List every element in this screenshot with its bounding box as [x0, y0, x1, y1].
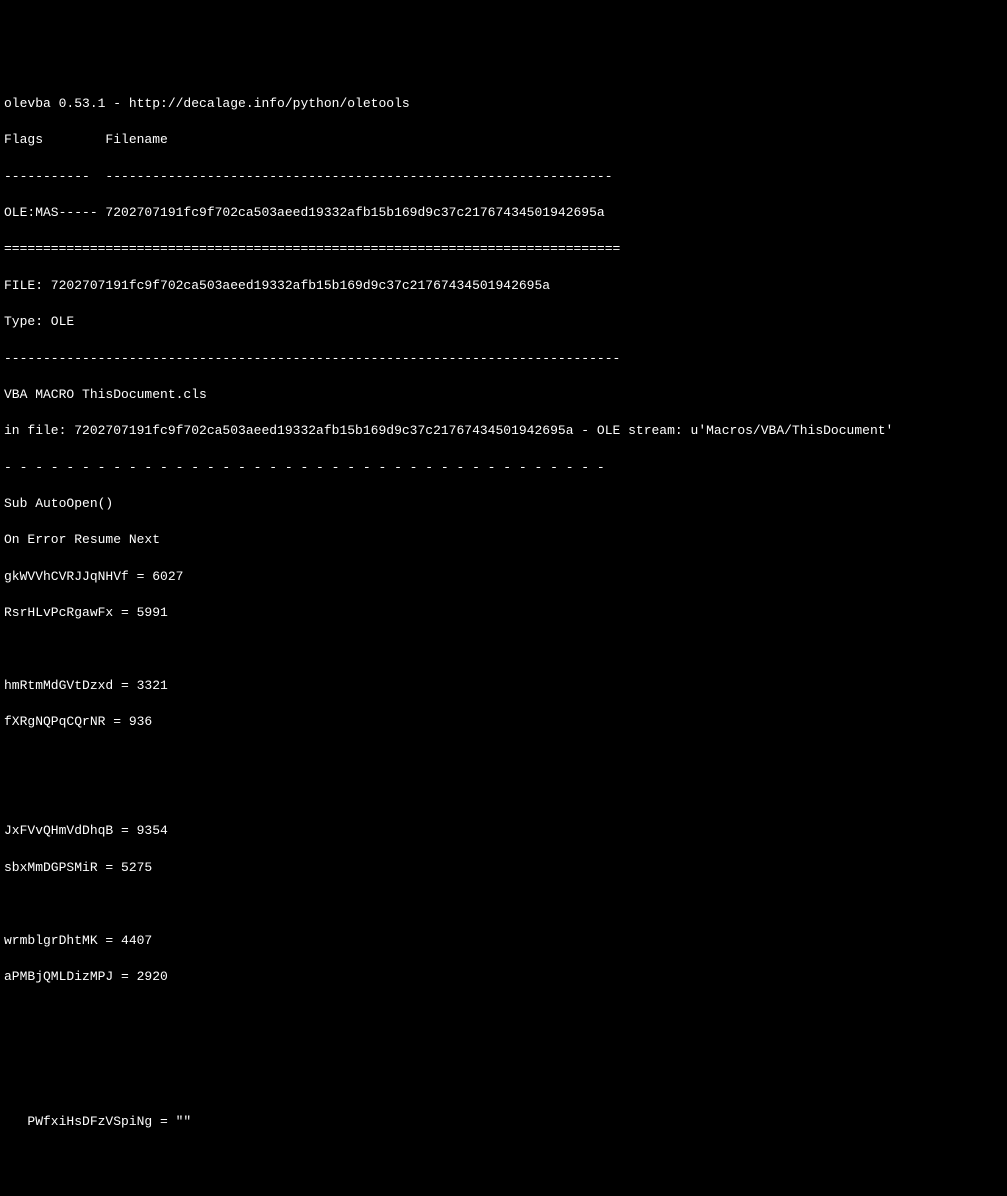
terminal-output: olevba 0.53.1 - http://decalage.info/pyt… [4, 77, 1003, 1150]
spaced-dash-separator: - - - - - - - - - - - - - - - - - - - - … [4, 459, 1003, 477]
blank-line [4, 895, 1003, 913]
dash-separator: ----------- ----------------------------… [4, 168, 1003, 186]
variable-assignment: hmRtmMdGVtDzxd = 3321 [4, 677, 1003, 695]
variable-assignment: sbxMmDGPSMiR = 5275 [4, 859, 1003, 877]
variable-assignment: PWfxiHsDFzVSpiNg = "" [4, 1113, 1003, 1131]
blank-line [4, 786, 1003, 804]
sub-autoopen-line: Sub AutoOpen() [4, 495, 1003, 513]
file-line: FILE: 7202707191fc9f702ca503aeed19332afb… [4, 277, 1003, 295]
flags-result-line: OLE:MAS----- 7202707191fc9f702ca503aeed1… [4, 204, 1003, 222]
header-line: olevba 0.53.1 - http://decalage.info/pyt… [4, 95, 1003, 113]
dash-long-separator: ----------------------------------------… [4, 350, 1003, 368]
variable-assignment: fXRgNQPqCQrNR = 936 [4, 713, 1003, 731]
variable-assignment: RsrHLvPcRgawFx = 5991 [4, 604, 1003, 622]
vba-macro-line: VBA MACRO ThisDocument.cls [4, 386, 1003, 404]
variable-assignment: JxFVvQHmVdDhqB = 9354 [4, 822, 1003, 840]
on-error-line: On Error Resume Next [4, 531, 1003, 549]
blank-line [4, 1004, 1003, 1022]
blank-line [4, 641, 1003, 659]
variable-assignment: wrmblgrDhtMK = 4407 [4, 932, 1003, 950]
variable-assignment: aPMBjQMLDizMPJ = 2920 [4, 968, 1003, 986]
variable-assignment: gkWVVhCVRJJqNHVf = 6027 [4, 568, 1003, 586]
in-file-line: in file: 7202707191fc9f702ca503aeed19332… [4, 422, 1003, 440]
columns-line: Flags Filename [4, 131, 1003, 149]
blank-line [4, 750, 1003, 768]
type-line: Type: OLE [4, 313, 1003, 331]
blank-line [4, 1077, 1003, 1095]
equals-separator: ========================================… [4, 240, 1003, 258]
blank-line [4, 1041, 1003, 1059]
